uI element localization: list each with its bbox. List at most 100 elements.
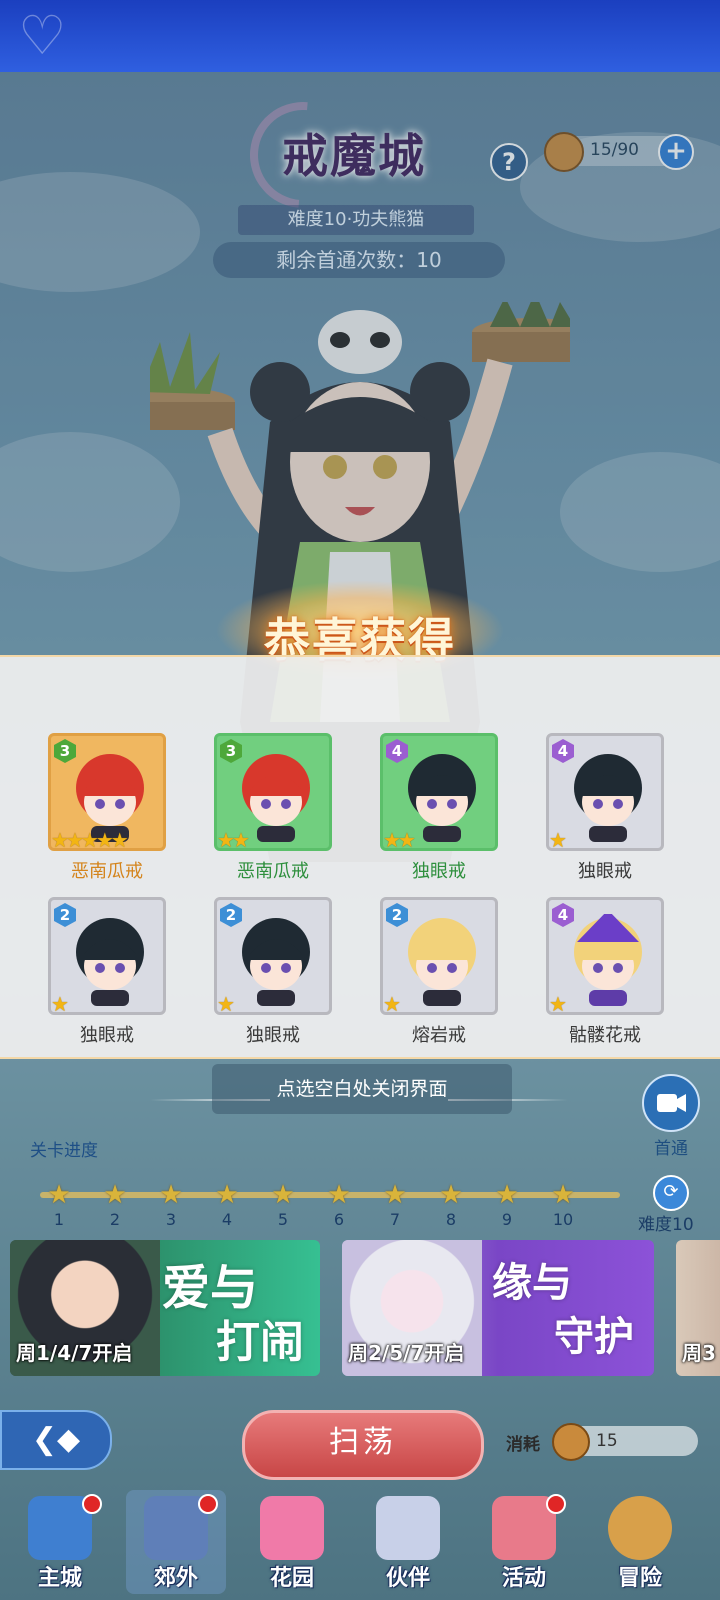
event-title-2: 打闹 — [216, 1317, 304, 1368]
nav-item-label: 冒险 — [617, 1566, 662, 1591]
bottom-nav: 主城 郊外 花园 伙伴 活动 冒险 — [0, 1490, 720, 1600]
back-arrow-icon: ❮◆ — [31, 1422, 81, 1457]
star-icon: ★ — [51, 992, 69, 1015]
star-icon: ★ — [549, 992, 567, 1015]
star-rating: ★ — [51, 992, 69, 1015]
nav-item-2[interactable]: 花园 — [242, 1490, 342, 1594]
adventure-icon — [608, 1496, 672, 1560]
reward-item-name: 熔岩戒 — [412, 1025, 466, 1046]
reward-item-card: 2 ★ — [48, 897, 166, 1015]
progress-stage-number: 9 — [501, 1210, 513, 1229]
heart-icon — [260, 1496, 324, 1560]
star-icon: ★ — [383, 992, 401, 1015]
progress-star-icon[interactable]: ★ — [380, 1180, 410, 1210]
cost-label: 消耗 — [506, 1435, 540, 1455]
reward-item-card: 3 ★★ — [214, 733, 332, 851]
first-clear-label: 首通 — [654, 1139, 688, 1159]
notification-dot — [82, 1494, 102, 1514]
event-banner-partial[interactable]: 周3 — [676, 1240, 720, 1376]
progress-star-icon[interactable]: ★ — [100, 1180, 130, 1210]
nav-item-4[interactable]: 活动 — [474, 1490, 574, 1594]
star-rating: ★ — [383, 992, 401, 1015]
nav-item-5[interactable]: 冒险 — [590, 1490, 690, 1594]
reward-item-card: 4 ★★ — [380, 733, 498, 851]
reward-item-name: 恶南瓜戒 — [71, 861, 143, 882]
reward-item[interactable]: 4 ★ 独眼戒 — [546, 733, 664, 883]
reward-grid: 3 ★★★★★ 恶南瓜戒 3 ★★ 恶南瓜戒 4 ★★ 独眼戒 4 ★ 独眼戒 2 ★ 独眼戒 2 ★ 独眼戒 2 ★… — [48, 733, 678, 1046]
cost-value: 15 — [596, 1431, 618, 1451]
reward-item[interactable]: 3 ★★ 恶南瓜戒 — [214, 733, 332, 883]
difficulty-selector-label: 难度10 — [638, 1215, 694, 1235]
chibi-ring-avatar-icon — [408, 918, 476, 1006]
back-button[interactable]: ❮◆ — [0, 1410, 112, 1470]
reward-item[interactable]: 3 ★★★★★ 恶南瓜戒 — [48, 733, 166, 883]
sweep-button[interactable]: 扫荡 — [242, 1410, 484, 1480]
reward-item[interactable]: 2 ★ 独眼戒 — [48, 897, 166, 1047]
reward-item-card: 2 ★ — [214, 897, 332, 1015]
nav-item-label: 花园 — [269, 1566, 314, 1591]
event-schedule: 周2/5/7开启 — [348, 1341, 465, 1365]
reward-item[interactable]: 4 ★★ 独眼戒 — [380, 733, 498, 883]
notification-dot — [198, 1494, 218, 1514]
reward-item-card: 2 ★ — [380, 897, 498, 1015]
star-rating: ★ — [217, 992, 235, 1015]
star-icon: ★ — [231, 828, 250, 851]
progress-stage-number: 10 — [552, 1210, 574, 1229]
star-icon: ★ — [110, 828, 129, 851]
game-logo-icon: ♡ — [18, 4, 67, 67]
video-camera-icon — [657, 1094, 686, 1112]
star-icon: ★ — [549, 828, 567, 851]
event-title-2: 守护 — [554, 1313, 634, 1360]
chibi-ring-avatar-icon — [242, 754, 310, 842]
notification-dot — [546, 1494, 566, 1514]
chibi-ring-avatar-icon — [76, 918, 144, 1006]
cost-value-box: 15 — [552, 1423, 698, 1461]
event-banner-fate[interactable]: 缘与 守护 周2/5/7开启 — [342, 1240, 654, 1376]
progress-star-icon[interactable]: ★ — [212, 1180, 242, 1210]
progress-star-icon[interactable]: ★ — [436, 1180, 466, 1210]
star-icon: ★ — [397, 828, 416, 851]
reward-item-name: 独眼戒 — [578, 861, 632, 882]
event-schedule: 周1/4/7开启 — [16, 1341, 133, 1365]
event-banner-love[interactable]: 爱与 打闹 周1/4/7开启 — [10, 1240, 320, 1376]
star-icon: ★ — [217, 828, 235, 851]
progress-star-icon[interactable]: ★ — [44, 1180, 74, 1210]
nav-item-label: 伙伴 — [385, 1566, 430, 1591]
progress-stage-number: 1 — [53, 1210, 65, 1229]
reward-item-name: 独眼戒 — [80, 1025, 134, 1046]
event-title-1: 缘与 — [492, 1259, 572, 1306]
reward-item[interactable]: 2 ★ 独眼戒 — [214, 897, 332, 1047]
star-icon: ★ — [51, 828, 69, 851]
star-icon: ★ — [217, 992, 235, 1015]
switch-difficulty-button[interactable]: ⟳ — [653, 1175, 689, 1211]
progress-label: 关卡进度 — [30, 1141, 98, 1161]
star-icon: ★ — [65, 828, 84, 851]
star-rating: ★ — [549, 992, 567, 1015]
nav-item-0[interactable]: 主城 — [10, 1490, 110, 1594]
reward-item[interactable]: 4 ★ 骷髅花戒 — [546, 897, 664, 1047]
progress-star-icon[interactable]: ★ — [548, 1180, 578, 1210]
close-tip: 点选空白处关闭界面 — [212, 1064, 512, 1114]
progress-star-icon[interactable]: ★ — [492, 1180, 522, 1210]
progress-star-icon[interactable]: ★ — [268, 1180, 298, 1210]
progress-stage-number: 5 — [277, 1210, 289, 1229]
progress-stage-number: 4 — [221, 1210, 233, 1229]
companion-icon — [376, 1496, 440, 1560]
reward-item-name: 独眼戒 — [246, 1025, 300, 1046]
reward-item[interactable]: 2 ★ 熔岩戒 — [380, 897, 498, 1047]
progress-star-icon[interactable]: ★ — [156, 1180, 186, 1210]
reward-item-card: 4 ★ — [546, 733, 664, 851]
progress-stage-number: 2 — [109, 1210, 121, 1229]
nav-item-1[interactable]: 郊外 — [126, 1490, 226, 1594]
reward-item-name: 骷髅花戒 — [569, 1025, 641, 1046]
nav-item-label: 活动 — [501, 1566, 546, 1591]
chibi-ring-avatar-icon — [574, 914, 642, 1006]
nav-item-3[interactable]: 伙伴 — [358, 1490, 458, 1594]
star-icon: ★ — [383, 828, 401, 851]
burger-icon — [552, 1423, 590, 1461]
star-rating: ★★ — [217, 828, 250, 851]
first-clear-video-button[interactable]: 首通 — [642, 1074, 700, 1159]
star-icon: ★ — [95, 828, 114, 851]
progress-star-icon[interactable]: ★ — [324, 1180, 354, 1210]
star-rating: ★★ — [383, 828, 416, 851]
